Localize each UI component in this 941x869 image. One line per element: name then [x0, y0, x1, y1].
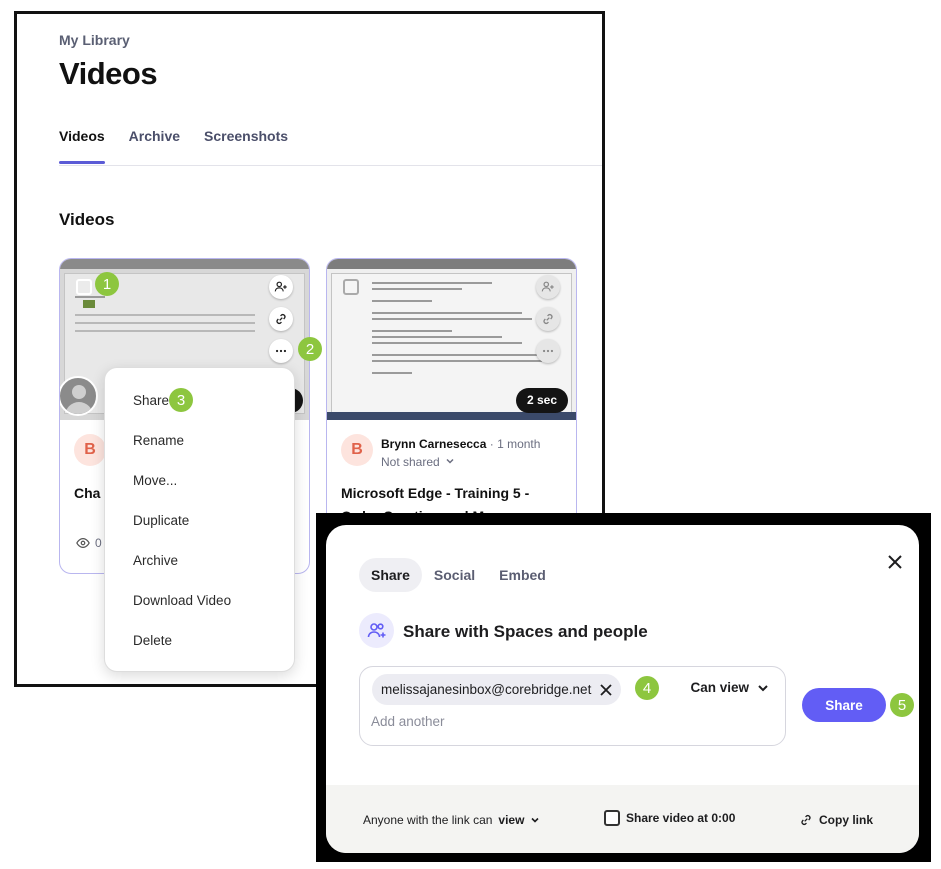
owner-name-text: Brynn Carnesecca: [381, 437, 487, 451]
view-count-value: 0: [95, 536, 102, 550]
menu-item-duplicate[interactable]: Duplicate: [133, 513, 189, 528]
share-status-dropdown[interactable]: Not shared: [381, 455, 455, 469]
tab-embed[interactable]: Embed: [487, 558, 558, 592]
link-access-dropdown[interactable]: Anyone with the link can view: [363, 813, 540, 827]
video-age: · 1 month: [489, 437, 541, 451]
share-status-label: Not shared: [381, 455, 440, 469]
remove-recipient-icon[interactable]: [599, 683, 613, 697]
step-badge: 1: [95, 272, 119, 296]
dialog-tabs: Share Social Embed: [359, 558, 558, 592]
library-tabs: Videos Archive Screenshots: [59, 128, 288, 164]
tab-archive[interactable]: Archive: [129, 128, 180, 164]
link-icon: [543, 314, 553, 324]
share-button[interactable]: Share: [802, 688, 886, 722]
copy-link-button[interactable]: [269, 307, 293, 331]
owner-avatar: B: [341, 434, 373, 466]
permission-value: Can view: [690, 680, 749, 695]
people-add-icon: [274, 281, 287, 292]
share-at-time-option[interactable]: Share video at 0:00: [604, 810, 735, 826]
video-thumbnail[interactable]: 2 sec: [327, 259, 576, 420]
breadcrumb[interactable]: My Library: [59, 32, 130, 48]
share-at-time-checkbox[interactable]: [604, 810, 620, 826]
view-count: 0: [76, 536, 102, 550]
context-menu: Share Rename Move... Duplicate Archive D…: [104, 367, 295, 672]
menu-item-download-video[interactable]: Download Video: [133, 593, 231, 608]
thumbnail-browser-bar: [327, 259, 576, 269]
menu-item-archive[interactable]: Archive: [133, 553, 178, 568]
copy-link-button[interactable]: [536, 307, 560, 331]
more-icon: [542, 349, 554, 353]
menu-item-delete[interactable]: Delete: [133, 633, 172, 648]
step-badge: 3: [169, 388, 193, 412]
recipient-chip: melissajanesinbox@corebridge.net: [372, 674, 622, 705]
share-dialog: Share Social Embed Share with Spaces and…: [326, 525, 919, 853]
close-icon[interactable]: [885, 552, 905, 572]
duration-badge: 2 sec: [515, 388, 568, 413]
link-icon: [276, 314, 286, 324]
recipient-email: melissajanesinbox@corebridge.net: [381, 682, 592, 697]
menu-item-rename[interactable]: Rename: [133, 433, 184, 448]
people-add-icon: [367, 622, 385, 637]
add-another-input[interactable]: [371, 714, 671, 729]
page-title: Videos: [59, 56, 158, 91]
people-add-icon: [541, 281, 554, 292]
select-checkbox[interactable]: [343, 279, 359, 295]
copy-link-button[interactable]: Copy link: [799, 813, 873, 827]
link-access-value: view: [498, 813, 525, 827]
invite-field[interactable]: melissajanesinbox@corebridge.net Can vie…: [359, 666, 786, 746]
people-icon-badge: [359, 613, 394, 648]
copy-link-label: Copy link: [819, 813, 874, 827]
share-people-button[interactable]: [536, 275, 560, 299]
step-badge: 4: [635, 676, 659, 700]
tab-share[interactable]: Share: [359, 558, 422, 592]
tab-social[interactable]: Social: [422, 558, 487, 592]
share-at-time-label: Share video at 0:00: [626, 811, 736, 825]
link-access-prefix: Anyone with the link can: [363, 813, 493, 827]
more-options-button[interactable]: [536, 339, 560, 363]
share-dialog-frame: Share Social Embed Share with Spaces and…: [316, 513, 931, 862]
link-icon: [801, 815, 811, 825]
owner-avatar: B: [74, 434, 106, 466]
chevron-down-icon: [446, 458, 454, 464]
permission-dropdown[interactable]: Can view: [690, 680, 769, 695]
dialog-heading: Share with Spaces and people: [403, 622, 648, 641]
section-title: Videos: [59, 210, 115, 229]
share-people-button[interactable]: [269, 275, 293, 299]
select-checkbox[interactable]: [76, 279, 92, 295]
owner-name: Brynn Carnesecca · 1 month: [381, 437, 540, 451]
dialog-footer: Anyone with the link can view Share vide…: [326, 785, 919, 853]
thumbnail-taskbar: [327, 412, 576, 420]
menu-item-share[interactable]: Share: [133, 393, 169, 408]
more-icon: [275, 349, 287, 353]
more-options-button[interactable]: [269, 339, 293, 363]
step-badge: 5: [890, 693, 914, 717]
chevron-down-icon: [758, 684, 768, 691]
step-badge: 2: [298, 337, 322, 361]
chevron-down-icon: [531, 817, 540, 823]
tab-screenshots[interactable]: Screenshots: [204, 128, 288, 164]
tab-videos[interactable]: Videos: [59, 128, 105, 164]
eye-icon: [76, 538, 90, 548]
menu-item-move[interactable]: Move...: [133, 473, 177, 488]
thumbnail-browser-bar: [60, 259, 309, 269]
tabs-divider: [59, 165, 602, 166]
